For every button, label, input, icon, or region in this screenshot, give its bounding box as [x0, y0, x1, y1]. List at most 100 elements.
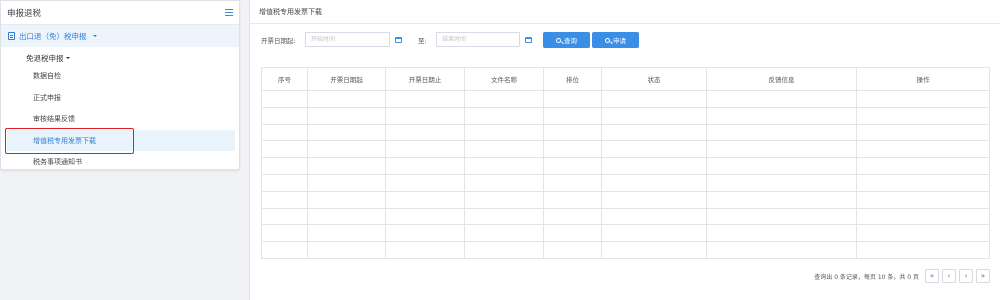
last-page-button[interactable]: »	[976, 269, 990, 283]
end-date-input[interactable]	[436, 32, 520, 47]
table-cell	[601, 241, 707, 259]
table-cell	[543, 173, 602, 192]
sidebar-item-data-check[interactable]: 数据自检	[1, 65, 239, 86]
column-header[interactable]: 反馈信息	[706, 67, 857, 91]
prev-page-button[interactable]: ‹	[942, 269, 956, 283]
apply-button-label: 申请	[613, 37, 626, 45]
query-button[interactable]: 查询	[543, 32, 590, 48]
sidebar-item-review-feedback[interactable]: 审核结果反馈	[1, 108, 239, 129]
sidebar-item-tax-notice[interactable]: 税务事项通知书	[1, 151, 239, 172]
table-body	[261, 90, 990, 259]
main-panel: 增值税专用发票下载 开票日期起: 至: 查询 申请 序号	[249, 0, 1000, 300]
table-cell	[261, 140, 308, 159]
pagination-info: 查询出 0 条记录，每页 10 条，共 0 页	[814, 273, 919, 281]
table-cell	[307, 157, 386, 175]
table-cell	[307, 90, 386, 108]
sidebar-section-export-tax[interactable]: 出口退（免）税申报	[1, 25, 239, 47]
chevron-down-icon	[92, 35, 97, 37]
table-cell	[543, 224, 602, 243]
table-cell	[385, 157, 465, 175]
table-cell	[601, 140, 707, 159]
sidebar-item-label: 增值税专用发票下载	[33, 136, 96, 145]
table-cell	[385, 241, 465, 259]
sidebar-item-formal-declaration[interactable]: 正式申报	[1, 87, 239, 108]
table-row	[261, 190, 990, 209]
table-cell	[385, 90, 465, 108]
page-title: 增值税专用发票下载	[250, 0, 1000, 24]
table-cell	[261, 90, 308, 108]
table-row	[261, 106, 990, 125]
table-cell	[307, 207, 386, 226]
table-cell	[543, 140, 602, 159]
column-header[interactable]: 排位	[543, 67, 602, 91]
table-cell	[856, 173, 990, 192]
table-cell	[601, 207, 707, 226]
table-cell	[385, 106, 465, 125]
table-cell	[464, 106, 544, 125]
search-icon	[605, 37, 610, 43]
table-cell	[706, 157, 857, 175]
table-cell	[261, 173, 308, 192]
table-cell	[543, 123, 602, 142]
menu-icon[interactable]	[225, 9, 233, 16]
sidebar: 申报退税 出口退（免）税申报 免退税申报 数据自检 正式申报 审核结果反馈 增值…	[0, 0, 240, 170]
table-row	[261, 224, 990, 243]
table-cell	[601, 123, 707, 142]
sidebar-group-label: 免退税申报	[26, 53, 64, 63]
table-cell	[543, 207, 602, 226]
sidebar-item-vat-invoice-download[interactable]: 增值税专用发票下载	[7, 130, 235, 151]
table-cell	[307, 140, 386, 159]
apply-button[interactable]: 申请	[592, 32, 639, 48]
table-cell	[856, 90, 990, 108]
table-cell	[601, 90, 707, 108]
table-cell	[601, 173, 707, 192]
table-cell	[464, 173, 544, 192]
table-cell	[543, 106, 602, 125]
table-cell	[706, 123, 857, 142]
table-row	[261, 90, 990, 108]
column-header[interactable]: 文件名称	[464, 67, 544, 91]
table-cell	[601, 224, 707, 243]
sidebar-item-label: 审核结果反馈	[33, 114, 75, 123]
table-cell	[464, 140, 544, 159]
start-date-input[interactable]	[305, 32, 390, 47]
table-cell	[706, 224, 857, 243]
table-cell	[856, 106, 990, 125]
column-header[interactable]: 开票日期止	[385, 67, 465, 91]
table-cell	[706, 173, 857, 192]
table-cell	[706, 106, 857, 125]
table-row	[261, 207, 990, 226]
end-calendar-button[interactable]	[518, 32, 538, 47]
table-cell	[856, 123, 990, 142]
table-cell	[464, 123, 544, 142]
column-header[interactable]: 序号	[261, 67, 308, 91]
next-page-button[interactable]: ›	[959, 269, 973, 283]
table-cell	[464, 90, 544, 108]
first-page-button[interactable]: «	[925, 269, 939, 283]
filter-bar: 开票日期起: 至: 查询 申请	[250, 32, 1000, 48]
search-icon	[556, 37, 561, 43]
column-header[interactable]: 开票日期起	[307, 67, 386, 91]
to-label: 至:	[418, 37, 427, 45]
table-cell	[856, 241, 990, 259]
table-row	[261, 140, 990, 159]
table-cell	[385, 173, 465, 192]
table-cell	[543, 90, 602, 108]
calendar-icon	[524, 36, 532, 43]
start-calendar-button[interactable]	[388, 32, 408, 47]
table-cell	[543, 157, 602, 175]
column-header[interactable]: 操作	[856, 67, 990, 91]
invoice-table: 序号 开票日期起 开票日期止 文件名称 排位 状态 反馈信息 操作	[261, 67, 990, 259]
table-cell	[385, 140, 465, 159]
table-row	[261, 123, 990, 142]
table-cell	[307, 224, 386, 243]
table-cell	[543, 241, 602, 259]
table-cell	[261, 190, 308, 209]
column-header[interactable]: 状态	[601, 67, 707, 91]
table-cell	[385, 190, 465, 209]
table-cell	[307, 106, 386, 125]
table-cell	[464, 157, 544, 175]
table-cell	[601, 157, 707, 175]
table-cell	[261, 224, 308, 243]
table-cell	[543, 190, 602, 209]
